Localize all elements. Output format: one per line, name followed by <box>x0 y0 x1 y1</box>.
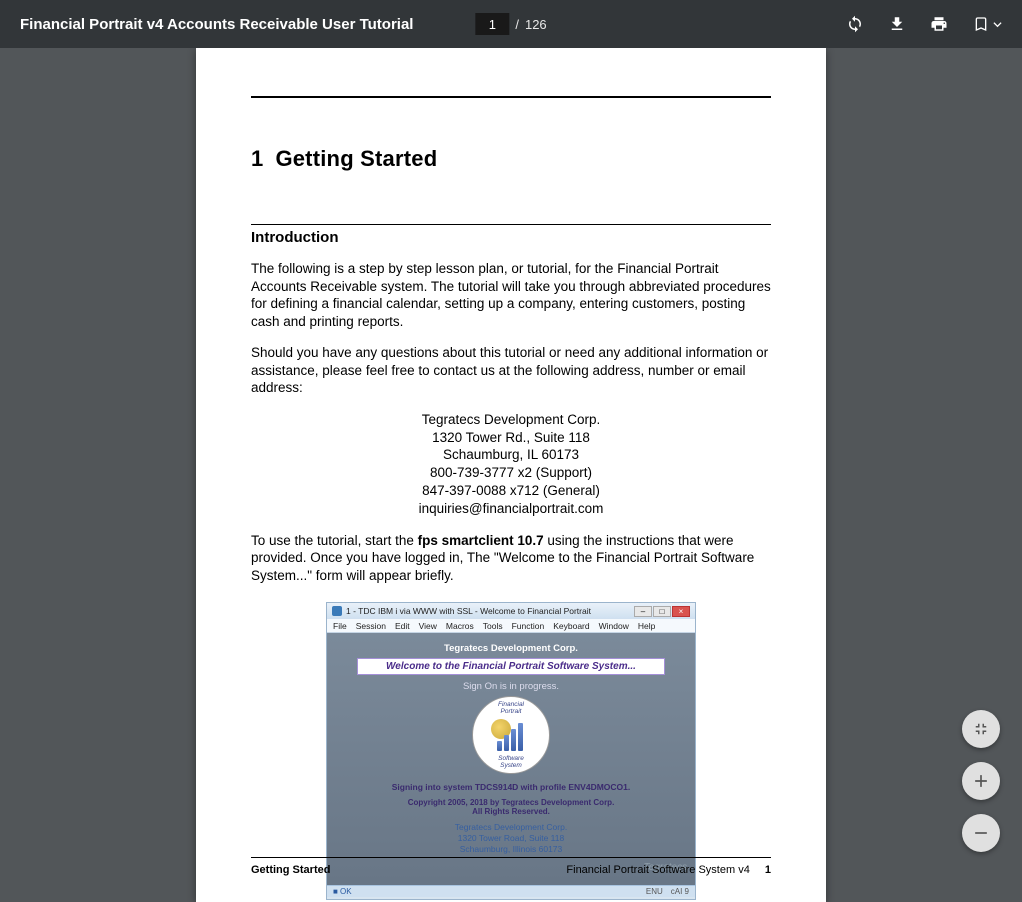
page-controls: / 126 <box>475 13 546 35</box>
pdf-viewer: Financial Portrait v4 Accounts Receivabl… <box>0 0 1022 902</box>
toolbar-right <box>845 14 1002 34</box>
para3-pre: To use the tutorial, start the <box>251 533 418 548</box>
ss-logo-text-bot: Software System <box>492 755 530 769</box>
ss-menu-item: Help <box>638 621 655 631</box>
download-icon[interactable] <box>887 14 907 34</box>
ss-menu-item: File <box>333 621 347 631</box>
ss-body: Tegratecs Development Corp. Welcome to t… <box>327 633 695 885</box>
top-rule <box>251 96 771 98</box>
ss-signon-text: Sign On is in progress. <box>337 681 685 692</box>
contact-block: Tegratecs Development Corp. 1320 Tower R… <box>251 411 771 518</box>
footer-right-wrap: Financial Portrait Software System v4 1 <box>566 864 771 876</box>
page-area[interactable]: 1 Getting Started Introduction The follow… <box>0 48 1022 902</box>
rotate-icon[interactable] <box>845 14 865 34</box>
contact-phone-support: 800-739-3777 x2 (Support) <box>251 464 771 482</box>
intro-paragraph-2: Should you have any questions about this… <box>251 344 771 397</box>
ss-menu-item: Window <box>599 621 629 631</box>
ss-signing-text: Signing into system TDCS914D with profil… <box>337 782 685 792</box>
contact-phone-general: 847-397-0088 x712 (General) <box>251 482 771 500</box>
ss-copyright-1: Copyright 2005, 2018 by Tegratecs Develo… <box>337 798 685 807</box>
chevron-down-icon <box>993 20 1002 29</box>
intro-paragraph-3: To use the tutorial, start the fps smart… <box>251 532 771 585</box>
footer-left: Getting Started <box>251 864 330 876</box>
footer-right: Financial Portrait Software System v4 <box>566 864 749 876</box>
chapter-heading: 1 Getting Started <box>251 146 771 172</box>
intro-paragraph-1: The following is a step by step lesson p… <box>251 260 771 330</box>
smartclient-name: fps smartclient 10.7 <box>418 533 544 548</box>
toolbar: Financial Portrait v4 Accounts Receivabl… <box>0 0 1022 48</box>
page-separator: / <box>515 17 519 32</box>
ss-status-cai: cAI 9 <box>671 887 689 896</box>
zoom-in-button[interactable] <box>962 762 1000 800</box>
ss-menu-item: View <box>419 621 437 631</box>
ss-statusbar: ■ OK ENU cAI 9 <box>327 885 695 897</box>
ss-app-icon <box>332 606 342 616</box>
floating-controls <box>962 710 1000 852</box>
ss-menu-item: Function <box>512 621 545 631</box>
page-number-input[interactable] <box>475 13 509 35</box>
print-icon[interactable] <box>929 14 949 34</box>
chapter-title: Getting Started <box>275 146 437 171</box>
ss-logo: Financial Portrait Software System <box>472 696 550 774</box>
zoom-out-button[interactable] <box>962 814 1000 852</box>
contact-street: 1320 Tower Rd., Suite 118 <box>251 429 771 447</box>
embedded-screenshot: 1 - TDC IBM i via WWW with SSL - Welcome… <box>326 602 696 900</box>
contact-name: Tegratecs Development Corp. <box>251 411 771 429</box>
document-page: 1 Getting Started Introduction The follow… <box>196 48 826 902</box>
ss-menu-item: Session <box>356 621 386 631</box>
ss-status-ok: ■ OK <box>333 887 352 896</box>
footer-rule <box>251 857 771 858</box>
ss-corp-name: Tegratecs Development Corp. <box>337 643 685 654</box>
ss-addr-3: Schaumburg, Illinois 60173 <box>337 844 685 855</box>
ss-addr-2: 1320 Tower Road, Suite 118 <box>337 833 685 844</box>
ss-menu-item: Keyboard <box>553 621 589 631</box>
ss-menu-item: Macros <box>446 621 474 631</box>
page-total: 126 <box>525 17 547 32</box>
fit-to-page-button[interactable] <box>962 710 1000 748</box>
ss-menubar: File Session Edit View Macros Tools Func… <box>327 619 695 633</box>
ss-menu-item: Edit <box>395 621 410 631</box>
ss-min-button: – <box>634 606 652 617</box>
ss-status-enu: ENU <box>646 887 663 896</box>
ss-menu-item: Tools <box>483 621 503 631</box>
ss-titlebar: 1 - TDC IBM i via WWW with SSL - Welcome… <box>327 603 695 619</box>
document-title: Financial Portrait v4 Accounts Receivabl… <box>20 16 413 33</box>
bookmark-icon[interactable] <box>971 14 991 34</box>
contact-email: inquiries@financialportrait.com <box>251 500 771 518</box>
section-rule <box>251 224 771 225</box>
section-heading: Introduction <box>251 229 771 246</box>
ss-max-button: □ <box>653 606 671 617</box>
ss-window-buttons: – □ × <box>634 606 690 617</box>
page-footer: Getting Started Financial Portrait Softw… <box>251 857 771 876</box>
ss-welcome-banner: Welcome to the Financial Portrait Softwa… <box>357 658 665 675</box>
bookmark-menu[interactable] <box>971 14 1002 34</box>
ss-address: Tegratecs Development Corp. 1320 Tower R… <box>337 822 685 854</box>
contact-city: Schaumburg, IL 60173 <box>251 446 771 464</box>
chapter-number: 1 <box>251 146 263 172</box>
ss-copyright-2: All Rights Reserved. <box>337 807 685 816</box>
ss-close-button: × <box>672 606 690 617</box>
footer-page-number: 1 <box>765 864 771 876</box>
ss-addr-1: Tegratecs Development Corp. <box>337 822 685 833</box>
ss-window-title: 1 - TDC IBM i via WWW with SSL - Welcome… <box>346 606 634 616</box>
